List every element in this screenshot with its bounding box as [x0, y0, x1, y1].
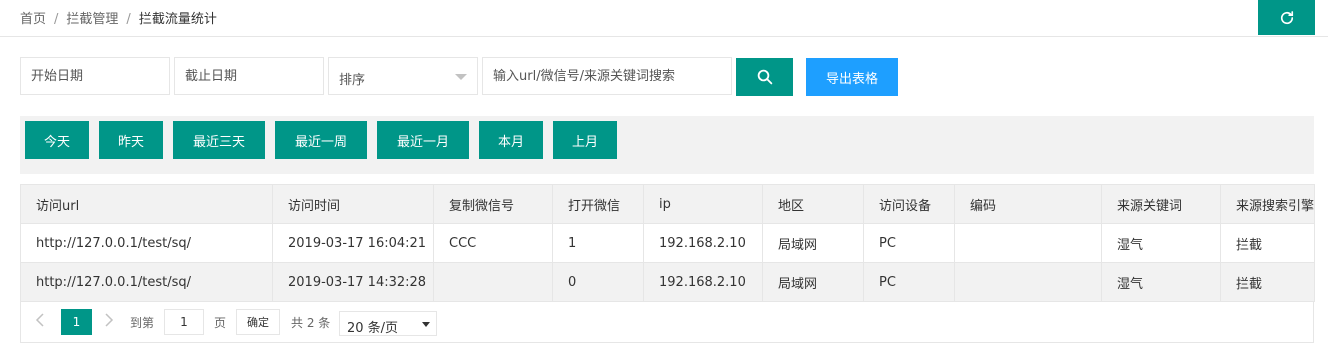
column-header-device: 访问设备	[863, 184, 955, 224]
chevron-left-icon[interactable]	[35, 313, 45, 327]
cell-ip: 192.168.2.10	[643, 262, 763, 302]
cell-region: 局域网	[762, 262, 864, 302]
cell-keyword: 湿气	[1101, 262, 1221, 302]
column-header-open-wechat: 打开微信	[552, 184, 644, 224]
end-date-input[interactable]	[174, 57, 324, 95]
column-header-region: 地区	[762, 184, 864, 224]
cell-open-wechat: 1	[552, 223, 644, 263]
refresh-button[interactable]	[1258, 0, 1315, 35]
chevron-down-icon	[422, 322, 430, 327]
cell-url: http://127.0.0.1/test/sq/	[20, 223, 273, 263]
table-row: http://127.0.0.1/test/sq/ 2019-03-17 16:…	[20, 223, 1315, 263]
top-bar: 首页 / 拦截管理 / 拦截流量统计	[0, 0, 1328, 37]
column-header-encoding: 编码	[954, 184, 1102, 224]
chevron-down-icon	[455, 74, 467, 80]
page-button-current[interactable]: 1	[61, 309, 92, 335]
column-header-time: 访问时间	[272, 184, 434, 224]
chevron-right-icon[interactable]	[104, 313, 114, 327]
column-header-search-engine: 来源搜索引擎	[1220, 184, 1315, 224]
cell-copy-wechat	[433, 262, 553, 302]
table-row: http://127.0.0.1/test/sq/ 2019-03-17 14:…	[20, 262, 1315, 302]
goto-page-input[interactable]	[164, 309, 204, 335]
cell-device: PC	[863, 223, 955, 263]
search-icon	[757, 69, 772, 85]
range-yesterday-button[interactable]: 昨天	[99, 121, 163, 159]
range-today-button[interactable]: 今天	[25, 121, 89, 159]
cell-ip: 192.168.2.10	[643, 223, 763, 263]
breadcrumb-intercept-management[interactable]: 拦截管理	[66, 12, 118, 27]
cell-open-wechat: 0	[552, 262, 644, 302]
cell-time: 2019-03-17 14:32:28	[272, 262, 434, 302]
export-table-button[interactable]: 导出表格	[806, 58, 898, 96]
cell-encoding	[954, 223, 1102, 263]
table-header-row: 访问url 访问时间 复制微信号 打开微信 ip 地区 访问设备 编码 来源关键…	[20, 184, 1315, 224]
search-input[interactable]	[482, 57, 732, 95]
column-header-ip: ip	[643, 184, 763, 224]
goto-page-label: 到第	[130, 316, 155, 330]
goto-confirm-button[interactable]: 确定	[236, 309, 280, 335]
column-header-keyword: 来源关键词	[1101, 184, 1221, 224]
page-size-value: 20 条/页	[347, 321, 399, 336]
cell-keyword: 湿气	[1101, 223, 1221, 263]
range-this-month-button[interactable]: 本月	[479, 121, 543, 159]
cell-url: http://127.0.0.1/test/sq/	[20, 262, 273, 302]
cell-region: 局域网	[762, 223, 864, 263]
breadcrumb-separator: /	[54, 12, 59, 27]
range-previous-month-button[interactable]: 上月	[553, 121, 617, 159]
column-header-url: 访问url	[20, 184, 273, 224]
cell-search-engine: 拦截	[1220, 223, 1315, 263]
page-unit-label: 页	[214, 316, 227, 330]
cell-device: PC	[863, 262, 955, 302]
cell-search-engine: 拦截	[1220, 262, 1315, 302]
total-count: 共 2 条	[291, 316, 331, 330]
breadcrumb-current: 拦截流量统计	[138, 12, 217, 27]
start-date-input[interactable]	[20, 57, 170, 95]
cell-copy-wechat: CCC	[433, 223, 553, 263]
range-last-week-button[interactable]: 最近一周	[275, 121, 367, 159]
pagination: 1 到第 页 确定 共 2 条 20 条/页	[20, 301, 1314, 343]
breadcrumb: 首页 / 拦截管理 / 拦截流量统计	[20, 8, 217, 27]
breadcrumb-separator: /	[126, 12, 131, 27]
sort-select[interactable]: 排序	[328, 57, 478, 95]
range-last-month-button[interactable]: 最近一月	[377, 121, 469, 159]
cell-encoding	[954, 262, 1102, 302]
range-last-three-days-button[interactable]: 最近三天	[173, 121, 265, 159]
traffic-table: 访问url 访问时间 复制微信号 打开微信 ip 地区 访问设备 编码 来源关键…	[20, 184, 1315, 302]
cell-time: 2019-03-17 16:04:21	[272, 223, 434, 263]
refresh-icon	[1280, 10, 1293, 24]
search-button[interactable]	[736, 58, 793, 96]
sort-select-value: 排序	[339, 73, 366, 88]
quick-range-bar: 今天 昨天 最近三天 最近一周 最近一月 本月 上月	[20, 116, 1314, 174]
page-size-select[interactable]: 20 条/页	[339, 311, 437, 336]
breadcrumb-home[interactable]: 首页	[20, 12, 46, 27]
column-header-copy-wechat: 复制微信号	[433, 184, 553, 224]
